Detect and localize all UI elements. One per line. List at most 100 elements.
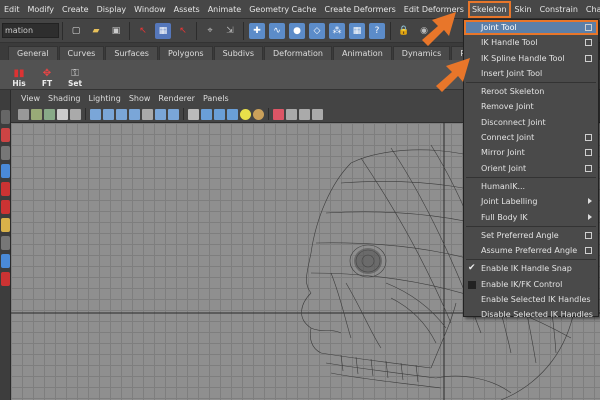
menu-item-joint-labelling[interactable]: Joint Labelling: [464, 194, 598, 209]
shelf-tab-surfaces[interactable]: Surfaces: [105, 46, 158, 60]
select-object-icon[interactable]: ▦: [155, 22, 171, 39]
history-button[interactable]: ▮▮ His: [6, 62, 32, 88]
safe-action-icon[interactable]: [155, 108, 166, 120]
menu-set-selector[interactable]: mation: [2, 23, 59, 38]
snap-point-icon[interactable]: ●: [289, 22, 305, 39]
menu-create[interactable]: Create: [58, 1, 93, 18]
camera-attributes-icon[interactable]: [31, 108, 42, 120]
pick-mask-icon[interactable]: ⇲: [222, 23, 238, 39]
bookmark-icon[interactable]: [44, 108, 55, 120]
wireframe-on-shaded-icon[interactable]: [214, 108, 225, 120]
menu-item-reroot-skeleton[interactable]: Reroot Skeleton: [464, 84, 598, 99]
option-box-icon[interactable]: [585, 24, 592, 31]
use-all-lights-icon[interactable]: [240, 108, 251, 120]
move-tool-icon[interactable]: [1, 164, 10, 178]
menu-item-set-preferred-angle[interactable]: Set Preferred Angle: [464, 228, 598, 243]
gate-mask-icon[interactable]: [129, 108, 140, 120]
isolate-select-icon[interactable]: [273, 108, 284, 120]
option-box-icon[interactable]: [585, 39, 592, 47]
snap-grid-icon[interactable]: ✚: [249, 22, 265, 39]
option-box-icon[interactable]: [585, 247, 592, 255]
menu-create-deformers[interactable]: Create Deformers: [321, 1, 400, 18]
menu-item-assume-preferred-angle[interactable]: Assume Preferred Angle: [464, 243, 598, 258]
scale-tool-icon[interactable]: [1, 200, 10, 214]
select-camera-icon[interactable]: [18, 108, 29, 120]
menu-item-enable-selected-ik-handles[interactable]: Enable Selected IK Handles: [464, 292, 598, 307]
lasso-tool-icon[interactable]: [1, 128, 10, 142]
menu-item-humanik[interactable]: HumanIK...: [464, 179, 598, 194]
snap-plane-icon[interactable]: ◇: [309, 22, 325, 39]
select-component-icon[interactable]: ↖: [175, 23, 191, 39]
menu-display[interactable]: Display: [93, 1, 131, 18]
menu-item-ik-handle-tool[interactable]: IK Handle Tool: [464, 35, 598, 50]
shelf-tab-curves[interactable]: Curves: [58, 46, 105, 60]
panel-menu-renderer[interactable]: Renderer: [154, 94, 199, 103]
panel-menu-shading[interactable]: Shading: [44, 94, 85, 103]
soft-mod-tool-icon[interactable]: [1, 236, 10, 250]
menu-item-disconnect-joint[interactable]: Disconnect Joint: [464, 115, 598, 130]
menu-constrain[interactable]: Constrain: [536, 1, 582, 18]
help-icon[interactable]: ?: [369, 22, 385, 39]
set-key-button[interactable]: ⚿ Set: [62, 62, 88, 88]
menu-item-orient-joint[interactable]: Orient Joint: [464, 161, 598, 176]
menu-item-disable-selected-ik-handles[interactable]: Disable Selected IK Handles: [464, 307, 598, 322]
rotate-tool-icon[interactable]: [1, 182, 10, 196]
xray-icon[interactable]: [286, 108, 297, 120]
panel-menu-panels[interactable]: Panels: [199, 94, 233, 103]
menu-item-mirror-joint[interactable]: Mirror Joint: [464, 145, 598, 160]
menu-item-connect-joint[interactable]: Connect Joint: [464, 130, 598, 145]
menu-modify[interactable]: Modify: [24, 1, 59, 18]
menu-edit[interactable]: Edit: [0, 1, 24, 18]
manipulator-tool-icon[interactable]: [1, 218, 10, 232]
field-chart-icon[interactable]: [142, 108, 153, 120]
shelf-tab-polygons[interactable]: Polygons: [158, 46, 213, 60]
menu-geometry-cache[interactable]: Geometry Cache: [245, 1, 320, 18]
menu-assets[interactable]: Assets: [170, 1, 204, 18]
menu-window[interactable]: Window: [130, 1, 170, 18]
menu-item-enable-ik-handle-snap[interactable]: Enable IK Handle Snap ✔: [464, 261, 598, 276]
open-scene-icon[interactable]: ▰: [88, 23, 104, 39]
option-box-icon[interactable]: [585, 54, 592, 62]
show-manip-icon[interactable]: [1, 254, 10, 268]
shelf-tab-subdivs[interactable]: Subdivs: [213, 46, 264, 60]
hud-icon[interactable]: [312, 108, 323, 120]
paint-tool-icon[interactable]: [1, 146, 10, 160]
xray-joints-icon[interactable]: [299, 108, 310, 120]
option-box-icon[interactable]: [585, 149, 592, 157]
menu-item-joint-tool[interactable]: Joint Tool: [464, 20, 598, 36]
shelf-tab-deformation[interactable]: Deformation: [264, 46, 332, 60]
menu-animate[interactable]: Animate: [204, 1, 246, 18]
option-box-icon[interactable]: [585, 231, 592, 239]
menu-skeleton[interactable]: Skeleton: [467, 0, 511, 18]
menu-item-enable-ik-fk-control[interactable]: Enable IK/FK Control: [464, 277, 598, 292]
panel-menu-view[interactable]: View: [17, 94, 44, 103]
new-scene-icon[interactable]: ▢: [68, 23, 84, 39]
film-gate-icon[interactable]: [103, 108, 114, 120]
freeze-transform-button[interactable]: ✥ FT: [34, 62, 60, 88]
wireframe-icon[interactable]: [188, 108, 199, 120]
safe-title-icon[interactable]: [168, 108, 179, 120]
snap-live-icon[interactable]: ▦: [349, 22, 365, 39]
lock-icon[interactable]: 🔒: [396, 23, 412, 39]
select-tool-icon[interactable]: [1, 110, 10, 124]
shelf-tab-general[interactable]: General: [8, 46, 58, 60]
grid-icon[interactable]: [90, 108, 101, 120]
option-box-icon[interactable]: [585, 164, 592, 172]
snap-surface-icon[interactable]: ⁂: [329, 22, 345, 39]
shelf-tab-animation[interactable]: Animation: [332, 46, 392, 60]
menu-item-ik-spline-handle-tool[interactable]: IK Spline Handle Tool: [464, 51, 598, 66]
option-box-icon[interactable]: [585, 134, 592, 142]
snap-curve-icon[interactable]: ∿: [269, 22, 285, 39]
last-tool-icon[interactable]: [1, 272, 10, 286]
menu-skin[interactable]: Skin: [511, 1, 536, 18]
resolution-gate-icon[interactable]: [116, 108, 127, 120]
panel-menu-lighting[interactable]: Lighting: [84, 94, 124, 103]
panel-menu-show[interactable]: Show: [125, 94, 155, 103]
two-d-pan-icon[interactable]: [70, 108, 81, 120]
pick-mask-icon[interactable]: ⌖: [202, 23, 218, 39]
menu-item-insert-joint-tool[interactable]: Insert Joint Tool: [464, 66, 598, 81]
textured-icon[interactable]: [227, 108, 238, 120]
menu-chara[interactable]: Chara: [582, 1, 600, 18]
smooth-shade-icon[interactable]: [201, 108, 212, 120]
menu-item-remove-joint[interactable]: Remove Joint: [464, 99, 598, 114]
